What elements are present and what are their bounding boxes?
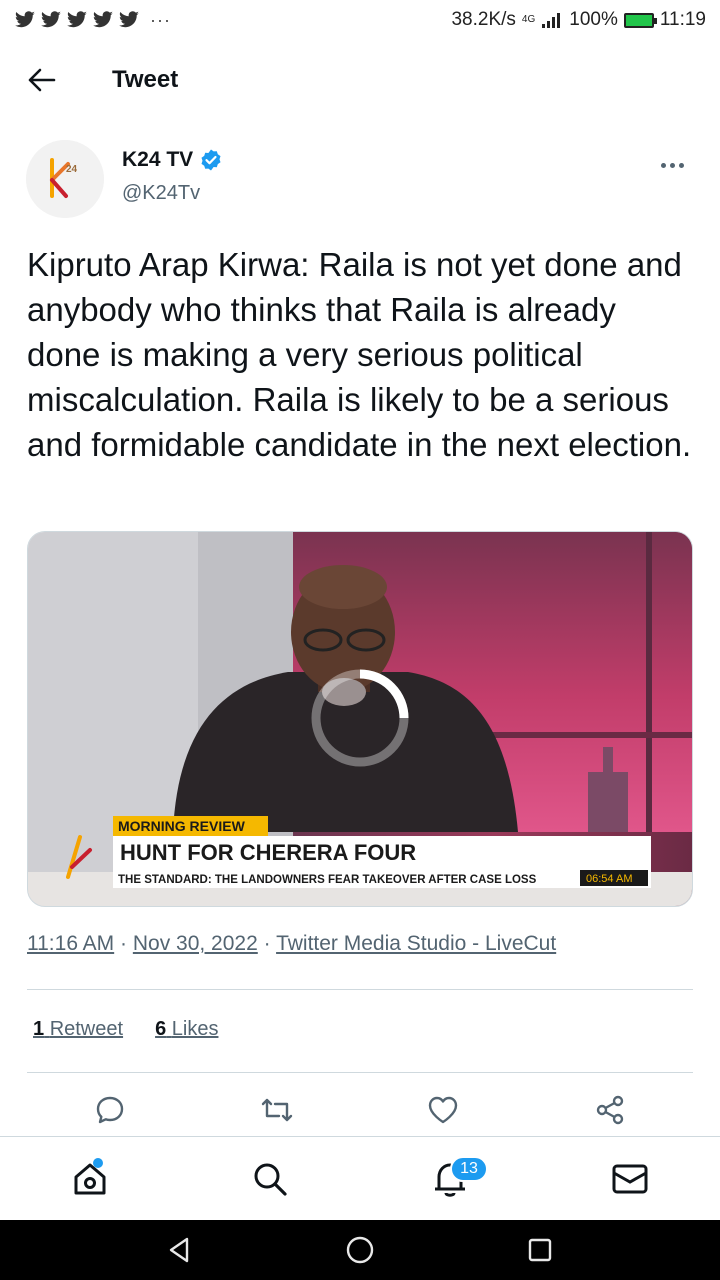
more-notifications-indicator: ··· <box>150 9 171 30</box>
verified-badge-icon <box>201 149 221 171</box>
video-ticker: THE STANDARD: THE LANDOWNERS FEAR TAKEOV… <box>118 874 537 886</box>
tweet-text: Kipruto Arap Kirwa: Raila is not yet don… <box>27 246 692 463</box>
heart-icon <box>429 1096 458 1124</box>
avatar[interactable]: 24 <box>26 140 104 218</box>
search-icon <box>254 1163 287 1196</box>
twitter-icon <box>41 11 61 28</box>
twitter-icon <box>67 11 87 28</box>
author-name-text: K24 TV <box>122 148 194 171</box>
more-dot-icon <box>678 162 684 168</box>
retweets-stat[interactable]: 1 Retweet <box>33 1018 123 1041</box>
bottom-navigation: 13 <box>0 1136 720 1220</box>
video-kicker: MORNING REVIEW <box>118 818 246 834</box>
likes-stat[interactable]: 6 Likes <box>155 1018 218 1041</box>
back-button[interactable] <box>12 50 72 110</box>
logo-text: 24 <box>66 164 78 175</box>
notification-icons: ··· <box>14 10 171 31</box>
signal-icon <box>542 13 561 28</box>
tweet-stats: 1 Retweet 6 Likes <box>33 1018 218 1041</box>
notifications-badge: 13 <box>450 1155 488 1182</box>
battery-icon <box>623 12 657 28</box>
retweets-count: 1 <box>33 1018 45 1040</box>
arrow-left-icon <box>28 68 56 92</box>
likes-label: Likes <box>171 1018 219 1040</box>
battery-percent: 100% <box>569 9 618 30</box>
status-bar: ··· 38.2K/s 4G 100% 11:19 <box>0 0 720 40</box>
nav-home[interactable] <box>45 1144 135 1214</box>
tweet-source[interactable]: Twitter Media Studio - LiveCut <box>276 932 556 955</box>
twitter-icon <box>15 11 35 28</box>
system-home-button[interactable] <box>330 1220 390 1280</box>
reply-icon <box>96 1096 124 1124</box>
retweets-label: Retweet <box>49 1018 124 1040</box>
like-button[interactable] <box>393 1090 493 1130</box>
more-options-button[interactable] <box>652 150 692 180</box>
network-type: 4G <box>521 14 536 25</box>
tweet-author: 24 K24 TV @K24Tv <box>26 140 696 220</box>
nav-messages[interactable] <box>585 1144 675 1214</box>
meta-separator: · <box>114 932 133 955</box>
tweet-actions <box>60 1090 660 1130</box>
nav-notifications[interactable]: 13 <box>405 1144 495 1214</box>
home-icon <box>74 1163 106 1194</box>
divider <box>27 989 693 990</box>
square-recents-icon <box>528 1238 552 1262</box>
home-unread-dot <box>93 1157 103 1168</box>
more-dot-icon <box>669 162 675 168</box>
status-right: 38.2K/s 4G 100% 11:19 <box>451 9 706 31</box>
twitter-icon <box>93 11 113 28</box>
system-back-button[interactable] <box>150 1220 210 1280</box>
more-dot-icon <box>660 162 666 168</box>
mail-icon <box>612 1164 648 1193</box>
tweet-date[interactable]: Nov 30, 2022 <box>133 932 258 955</box>
system-recents-button[interactable] <box>510 1220 570 1280</box>
page-title: Tweet <box>112 66 179 93</box>
video-frame: MORNING REVIEW HUNT FOR CHERERA FOUR THE… <box>28 532 692 906</box>
app-header: Tweet <box>0 50 720 110</box>
share-icon <box>596 1095 624 1125</box>
twitter-icon <box>119 11 139 28</box>
author-handle: @K24Tv <box>122 182 201 204</box>
share-button[interactable] <box>560 1090 660 1130</box>
video-clock: 06:54 AM <box>586 873 632 885</box>
system-navigation <box>0 1220 720 1280</box>
retweet-icon <box>261 1098 292 1122</box>
author-name[interactable]: K24 TV <box>122 148 223 172</box>
retweet-button[interactable] <box>227 1090 327 1130</box>
meta-separator: · <box>257 932 277 955</box>
reply-button[interactable] <box>60 1090 160 1130</box>
likes-count: 6 <box>155 1018 167 1040</box>
triangle-back-icon <box>169 1237 189 1263</box>
divider <box>27 1072 693 1073</box>
network-speed: 38.2K/s <box>451 9 516 30</box>
clock: 11:19 <box>659 9 706 30</box>
k24-logo-icon: 24 <box>26 140 104 218</box>
nav-search[interactable] <box>225 1144 315 1214</box>
tweet-video[interactable]: MORNING REVIEW HUNT FOR CHERERA FOUR THE… <box>27 531 693 907</box>
tweet-time[interactable]: 11:16 AM <box>27 932 114 955</box>
circle-home-icon <box>346 1236 374 1264</box>
tweet-meta: 11:16 AM · Nov 30, 2022 · Twitter Media … <box>27 932 556 956</box>
video-headline: HUNT FOR CHERERA FOUR <box>120 840 416 865</box>
